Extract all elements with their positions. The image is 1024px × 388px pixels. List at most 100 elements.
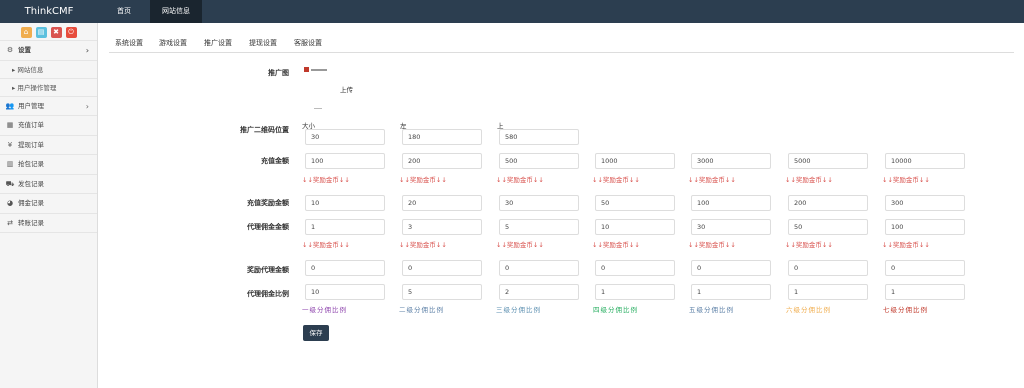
recharge-amount-input[interactable]: 1000 (595, 153, 675, 169)
agent-commission-input[interactable]: 100 (885, 219, 965, 235)
file-icon[interactable]: ▤ (35, 27, 47, 38)
recharge-reward-input[interactable]: 300 (885, 195, 965, 211)
agent-ratio-input[interactable]: 1 (595, 284, 675, 300)
sidebar-item-withdraw-orders[interactable]: ¥ 提现订单 (0, 136, 97, 155)
recharge-reward-input[interactable]: 20 (402, 195, 482, 211)
agent-commission-input[interactable]: 30 (691, 219, 771, 235)
sidebar-item-settings[interactable]: ⚙ 设置 › (0, 41, 97, 61)
agent-reward-input[interactable]: 0 (305, 260, 385, 276)
reward-tip: ↓↓奖励金币↓↓ (882, 241, 930, 249)
ratio-caption-level-4: 四级分佣比例 (593, 306, 638, 314)
sidebar-item-label: 发包记录 (18, 179, 44, 188)
agent-reward-input[interactable]: 0 (499, 260, 579, 276)
promo-image-label: 推广图 (268, 69, 289, 77)
nav-home[interactable]: 首页 (105, 0, 143, 23)
agent-reward-input[interactable]: 0 (885, 260, 965, 276)
sidebar-subitem-site-info[interactable]: ▸ 网站信息 (0, 61, 97, 79)
recharge-reward-input[interactable]: 200 (788, 195, 868, 211)
settings-tabs: 系统设置 游戏设置 推广设置 提现设置 客服设置 (109, 38, 1014, 53)
recharge-reward-input[interactable]: 100 (691, 195, 771, 211)
swap-icon: ⇄ (7, 218, 13, 227)
sidebar-item-commission-records[interactable]: ◕ 佣金记录 (0, 194, 97, 214)
reward-tip: ↓↓奖励金币↓↓ (785, 176, 833, 184)
recharge-reward-input[interactable]: 30 (499, 195, 579, 211)
sidebar-subitem-user-ops[interactable]: ▸ 用户操作管理 (0, 79, 97, 97)
qr-position-label: 推广二维码位置 (240, 126, 289, 134)
recharge-reward-label: 充值奖励金额 (247, 199, 289, 207)
recharge-amount-input[interactable]: 200 (402, 153, 482, 169)
reward-tip: ↓↓奖励金币↓↓ (592, 176, 640, 184)
agent-ratio-input[interactable]: 1 (788, 284, 868, 300)
reward-tip: ↓↓奖励金币↓↓ (688, 241, 736, 249)
tab-system-settings[interactable]: 系统设置 (115, 38, 143, 48)
agent-reward-input[interactable]: 0 (402, 260, 482, 276)
recharge-amount-input[interactable]: 100 (305, 153, 385, 169)
chevron-right-icon: › (85, 101, 89, 111)
qr-size-input[interactable]: 30 (305, 129, 385, 145)
bar-chart-icon: ▦ (6, 121, 14, 129)
pie-chart-icon: ◕ (6, 199, 14, 207)
image-placeholder-line (314, 108, 322, 109)
sidebar-item-label: 设置 (18, 46, 31, 54)
agent-ratio-input[interactable]: 1 (885, 284, 965, 300)
ratio-caption-level-5: 五级分佣比例 (689, 306, 734, 314)
agent-ratio-input[interactable]: 1 (691, 284, 771, 300)
tab-withdraw-settings[interactable]: 提现设置 (249, 38, 277, 48)
recharge-reward-input[interactable]: 50 (595, 195, 675, 211)
agent-commission-label: 代理佣金金额 (247, 223, 289, 231)
sidebar-item-users[interactable]: 👥 用户管理 › (0, 97, 97, 116)
reward-tip: ↓↓奖励金币↓↓ (592, 241, 640, 249)
sidebar-item-label: 转账记录 (18, 218, 44, 227)
agent-ratio-label: 代理佣金比例 (247, 290, 289, 298)
reward-tip: ↓↓奖励金币↓↓ (688, 176, 736, 184)
ratio-caption-level-3: 三级分佣比例 (496, 306, 541, 314)
reward-tip: ↓↓奖励金币↓↓ (302, 241, 350, 249)
agent-reward-input[interactable]: 0 (788, 260, 868, 276)
home-icon[interactable]: ⌂ (20, 27, 32, 38)
agent-commission-input[interactable]: 10 (595, 219, 675, 235)
agent-commission-input[interactable]: 3 (402, 219, 482, 235)
agent-commission-input[interactable]: 1 (305, 219, 385, 235)
tab-service-settings[interactable]: 客服设置 (294, 38, 322, 48)
recharge-amount-input[interactable]: 500 (499, 153, 579, 169)
ratio-caption-level-6: 六级分佣比例 (786, 306, 831, 314)
reward-tip: ↓↓奖励金币↓↓ (302, 176, 350, 184)
sidebar-item-transfer-records[interactable]: ⇄ 转账记录 (0, 214, 97, 233)
reward-tip: ↓↓奖励金币↓↓ (785, 241, 833, 249)
brand-logo[interactable]: ThinkCMF (0, 0, 98, 23)
qr-left-input[interactable]: 180 (402, 129, 482, 145)
users-icon: 👥 (5, 101, 15, 110)
recharge-amount-input[interactable]: 3000 (691, 153, 771, 169)
save-button[interactable]: 保存 (303, 325, 329, 341)
sidebar-item-label: 充值订单 (18, 121, 44, 129)
sidebar-item-label: 用户管理 (18, 101, 44, 110)
recharge-amount-input[interactable]: 5000 (788, 153, 868, 169)
reward-tip: ↓↓奖励金币↓↓ (496, 176, 544, 184)
nav-site-info[interactable]: 网站信息 (150, 0, 202, 23)
trash-icon[interactable]: ✖ (50, 27, 62, 38)
tab-game-settings[interactable]: 游戏设置 (159, 38, 187, 48)
agent-ratio-input[interactable]: 2 (499, 284, 579, 300)
sidebar-item-recharge-orders[interactable]: ▦ 充值订单 (0, 116, 97, 136)
agent-commission-input[interactable]: 5 (499, 219, 579, 235)
sidebar-item-label: 佣金记录 (18, 199, 44, 207)
ratio-caption-level-1: 一级分佣比例 (302, 306, 347, 314)
agent-reward-input[interactable]: 0 (595, 260, 675, 276)
promo-image-thumbnail[interactable] (304, 67, 328, 75)
sidebar-item-send-records[interactable]: ⛟ 发包记录 (0, 175, 97, 194)
sidebar-item-grab-records[interactable]: ▥ 抢包记录 (0, 155, 97, 175)
power-icon[interactable]: ⏻ (65, 27, 77, 38)
sidebar: ⌂ ▤ ✖ ⏻ ⚙ 设置 › ▸ 网站信息 ▸ 用户操作管理 👥 用户管理 › … (0, 23, 98, 388)
agent-reward-input[interactable]: 0 (691, 260, 771, 276)
sidebar-item-label: 用户操作管理 (17, 83, 57, 92)
agent-ratio-input[interactable]: 10 (305, 284, 385, 300)
ratio-caption-level-7: 七级分佣比例 (883, 306, 928, 314)
tab-promo-settings[interactable]: 推广设置 (204, 38, 232, 48)
upload-link[interactable]: 上传 (340, 84, 353, 94)
agent-commission-input[interactable]: 50 (788, 219, 868, 235)
qr-top-input[interactable]: 580 (499, 129, 579, 145)
recharge-reward-input[interactable]: 10 (305, 195, 385, 211)
agent-ratio-input[interactable]: 5 (402, 284, 482, 300)
top-navbar: ThinkCMF 首页 网站信息 (0, 0, 1024, 23)
recharge-amount-input[interactable]: 10000 (885, 153, 965, 169)
